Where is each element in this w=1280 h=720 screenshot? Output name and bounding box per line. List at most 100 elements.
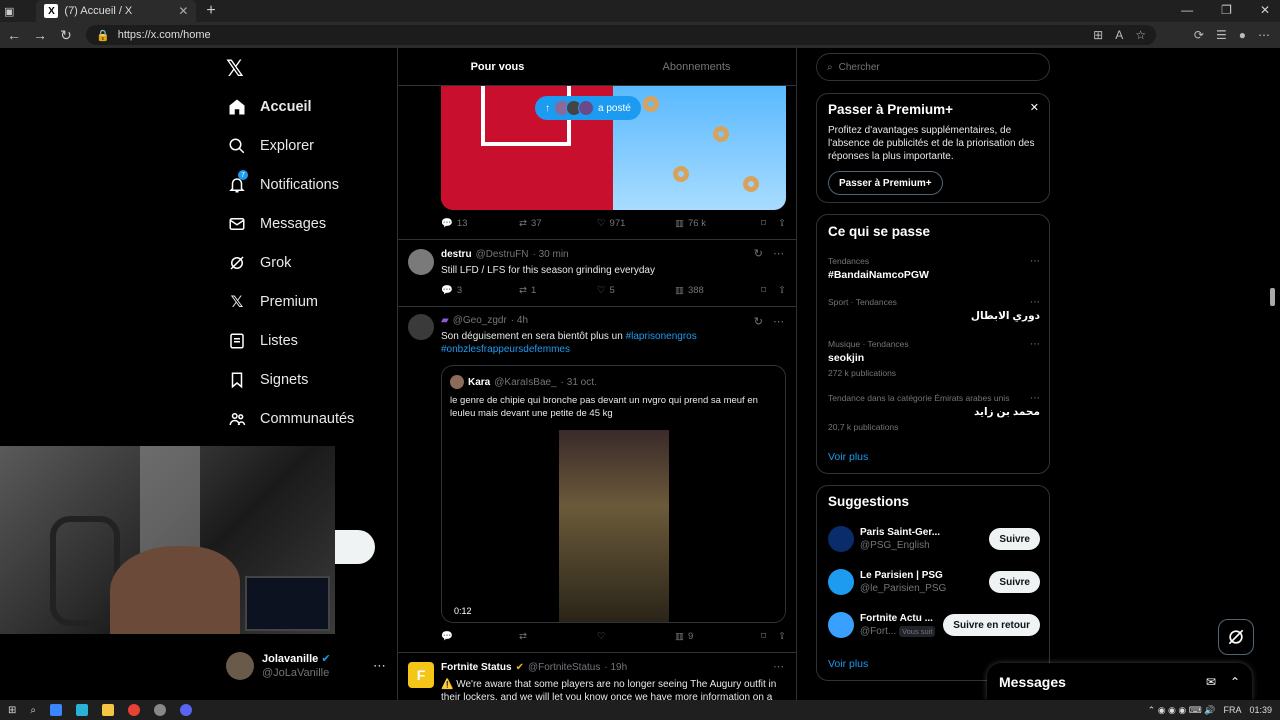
tweet-author-handle[interactable]: @Geo_zgdr bbox=[453, 315, 507, 326]
trend-item[interactable]: Tendance dans la catégorie Émirats arabe… bbox=[828, 393, 1040, 432]
edge-icon[interactable] bbox=[76, 704, 88, 716]
account-switcher[interactable]: Jolavanille ✔ @JoLaVanille ⋯ bbox=[226, 652, 386, 680]
premium-button[interactable]: Passer à Premium+ bbox=[828, 171, 943, 195]
nav-notifications[interactable]: 7 Notifications bbox=[228, 170, 339, 194]
like-button[interactable]: ♡ bbox=[597, 631, 675, 642]
grok-icon[interactable]: ↻ bbox=[754, 247, 763, 260]
trend-item[interactable]: Sport · Tendances دوري الابطال ⋯ bbox=[828, 297, 1040, 322]
nav-grok[interactable]: Grok bbox=[228, 254, 291, 272]
refresh-button[interactable]: ↻ bbox=[54, 27, 78, 44]
more-icon[interactable]: ⋯ bbox=[1030, 256, 1040, 267]
like-button[interactable]: ♡ 5 bbox=[597, 285, 675, 296]
views-button[interactable]: ▥ 388 bbox=[675, 285, 759, 296]
discord-icon[interactable] bbox=[180, 704, 192, 716]
obs-icon[interactable] bbox=[154, 704, 166, 716]
language-indicator[interactable]: FRA bbox=[1223, 705, 1241, 715]
see-more-link[interactable]: Voir plus bbox=[828, 451, 868, 463]
tab-following[interactable]: Abonnements bbox=[597, 48, 796, 85]
tray-icons[interactable]: ⌃ ◉ ◉ ◉ ⌨ 🔊 bbox=[1148, 705, 1216, 716]
bookmark-icon[interactable]: ⌑ bbox=[761, 285, 766, 296]
reply-button[interactable]: 💬 13 bbox=[441, 218, 519, 229]
more-icon[interactable]: ⋯ bbox=[1030, 297, 1040, 308]
nav-bookmarks[interactable]: Signets bbox=[228, 371, 308, 389]
post-button[interactable] bbox=[335, 530, 375, 564]
browser-tab[interactable]: X (7) Accueil / X ✕ bbox=[36, 0, 197, 22]
scrollbar[interactable] bbox=[1270, 288, 1275, 306]
nav-explore[interactable]: Explorer bbox=[228, 137, 314, 155]
chrome-icon[interactable] bbox=[128, 704, 140, 716]
forward-button[interactable]: → bbox=[28, 27, 52, 43]
bookmark-icon[interactable]: ⌑ bbox=[761, 631, 766, 642]
follow-button[interactable]: Suivre bbox=[989, 528, 1040, 550]
video-player[interactable]: 0:12 bbox=[442, 428, 785, 622]
trend-item[interactable]: Tendances #BandaiNamcoPGW ⋯ bbox=[828, 256, 1040, 281]
more-icon[interactable]: ⋯ bbox=[1030, 339, 1040, 350]
share-icon[interactable]: ⇪ bbox=[778, 631, 786, 642]
suggestion-item[interactable]: Paris Saint-Ger... @PSG_English Suivre bbox=[828, 524, 1040, 554]
grok-icon[interactable]: ↻ bbox=[754, 315, 763, 328]
clock[interactable]: 01:39 bbox=[1249, 705, 1272, 715]
close-icon[interactable]: ✕ bbox=[1030, 101, 1039, 114]
more-icon[interactable]: ⋯ bbox=[1030, 393, 1040, 404]
search-icon[interactable]: ⌕ bbox=[30, 705, 36, 716]
app-icon[interactable] bbox=[50, 704, 62, 716]
views-button[interactable]: ▥ 76 k bbox=[675, 218, 759, 229]
nav-home[interactable]: Accueil bbox=[228, 98, 312, 116]
favorite-star-icon[interactable]: ☆ bbox=[1135, 28, 1146, 42]
expand-icon[interactable]: ⌃ bbox=[1230, 675, 1240, 689]
tab-close-icon[interactable]: ✕ bbox=[178, 4, 188, 18]
like-button[interactable]: ♡ 971 bbox=[597, 218, 675, 229]
new-tab-button[interactable]: + bbox=[206, 2, 215, 20]
maximize-button[interactable]: ❐ bbox=[1221, 3, 1232, 17]
hashtag-link[interactable]: #onbzlesfrappeursdefemmes bbox=[441, 344, 570, 355]
apps-icon[interactable]: ⊞ bbox=[1093, 28, 1103, 42]
back-button[interactable]: ← bbox=[2, 27, 26, 43]
share-icon[interactable]: ⇪ bbox=[778, 285, 786, 296]
repost-button[interactable]: ⇄ bbox=[519, 631, 597, 642]
suggestion-item[interactable]: Fortnite Actu ... @Fort... Vous suit Suiv… bbox=[828, 610, 1040, 640]
tweet-author-name[interactable]: Fortnite Status bbox=[441, 662, 512, 673]
repost-button[interactable]: ⇄ 37 bbox=[519, 218, 597, 229]
menu-icon[interactable]: ⋯ bbox=[1258, 28, 1270, 42]
more-icon[interactable]: ⋯ bbox=[773, 660, 784, 673]
views-button[interactable]: ▥ 9 bbox=[675, 631, 759, 642]
reply-button[interactable]: 💬 3 bbox=[441, 285, 519, 296]
extensions-icon[interactable]: ⟳ bbox=[1194, 28, 1204, 42]
hashtag-link[interactable]: #laprisonengros bbox=[626, 331, 697, 342]
tweet-actions: 💬 3 ⇄ 1 ♡ 5 ▥ 388 ⌑ ⇪ bbox=[441, 285, 786, 296]
nav-messages[interactable]: Messages bbox=[228, 215, 326, 233]
x-logo-icon[interactable]: 𝕏 bbox=[226, 56, 244, 82]
profile-icon[interactable]: ● bbox=[1239, 28, 1246, 42]
messages-drawer[interactable]: Messages ✉ ⌃ bbox=[987, 663, 1252, 700]
quoted-tweet[interactable]: Kara @KaraIsBae_ · 31 oct. le genre de c… bbox=[441, 365, 786, 623]
share-icon[interactable]: ⇪ bbox=[778, 218, 786, 229]
repost-button[interactable]: ⇄ 1 bbox=[519, 285, 597, 296]
nav-premium[interactable]: 𝕏 Premium bbox=[228, 293, 318, 311]
search-input[interactable]: ⌕ Chercher bbox=[816, 53, 1050, 81]
folder-icon[interactable] bbox=[102, 704, 114, 716]
minimize-button[interactable]: — bbox=[1181, 3, 1193, 17]
tab-for-you[interactable]: Pour vous bbox=[398, 48, 597, 85]
tab-actions-icon[interactable]: ▣ bbox=[4, 5, 14, 18]
new-message-icon[interactable]: ✉ bbox=[1206, 675, 1216, 689]
url-field[interactable]: 🔒 https://x.com/home ⊞ A ☆ bbox=[86, 25, 1156, 45]
follow-back-button[interactable]: Suivre en retour bbox=[943, 614, 1040, 636]
trend-item[interactable]: Musique · Tendances seokjin 272 k public… bbox=[828, 339, 1040, 378]
close-window-button[interactable]: ✕ bbox=[1260, 3, 1270, 17]
reply-button[interactable]: 💬 bbox=[441, 631, 519, 642]
bookmark-icon[interactable]: ⌑ bbox=[761, 218, 766, 229]
windows-start-icon[interactable]: ⊞ bbox=[8, 705, 16, 716]
nav-communities[interactable]: Communautés bbox=[228, 410, 354, 428]
tweet-author-name[interactable]: destru bbox=[441, 249, 472, 260]
more-icon[interactable]: ⋯ bbox=[773, 315, 784, 328]
read-aloud-icon[interactable]: A bbox=[1115, 28, 1123, 42]
more-icon[interactable]: ⋯ bbox=[373, 658, 386, 674]
nav-lists[interactable]: Listes bbox=[228, 332, 298, 350]
more-icon[interactable]: ⋯ bbox=[773, 247, 784, 260]
suggestion-item[interactable]: Le Parisien | PSG @le_Parisien_PSG Suivre bbox=[828, 567, 1040, 597]
follow-button[interactable]: Suivre bbox=[989, 571, 1040, 593]
see-more-link[interactable]: Voir plus bbox=[828, 658, 868, 670]
favorites-icon[interactable]: ☰ bbox=[1216, 28, 1227, 42]
new-posts-pill[interactable]: ↑ a posté bbox=[535, 96, 641, 120]
grok-float-button[interactable] bbox=[1218, 619, 1254, 655]
